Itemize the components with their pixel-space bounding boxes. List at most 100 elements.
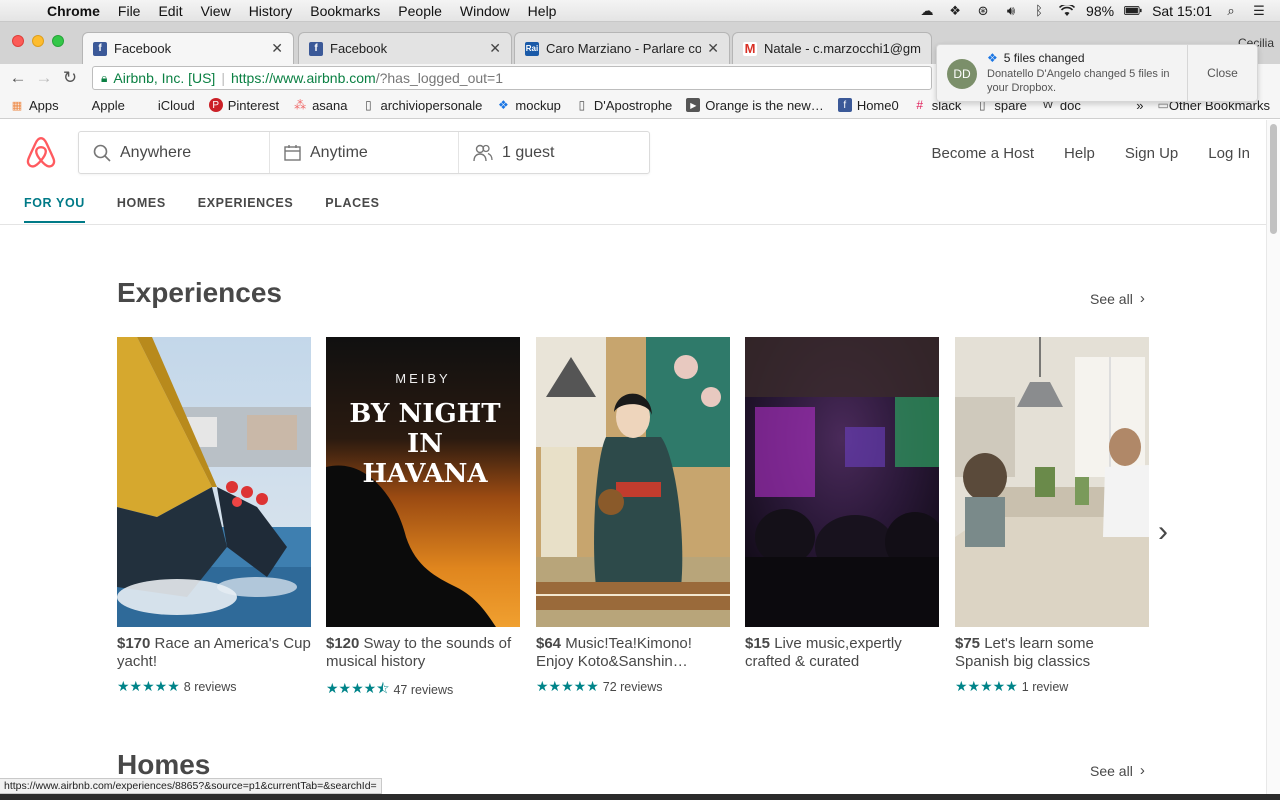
- menu-people[interactable]: People: [389, 3, 451, 19]
- menu-app[interactable]: Chrome: [38, 3, 109, 19]
- card-caption[interactable]: $64 Music!Tea!Kimono! Enjoy Koto&Sanshin…: [536, 635, 730, 671]
- reload-icon[interactable]: ↻: [57, 68, 83, 88]
- experience-card[interactable]: $64 Music!Tea!Kimono! Enjoy Koto&Sanshin…: [536, 337, 730, 695]
- tab-homes[interactable]: HOMES: [117, 196, 166, 223]
- date-field[interactable]: Anytime: [270, 132, 459, 173]
- tab-places[interactable]: PLACES: [325, 196, 379, 223]
- minimize-window-button[interactable]: [32, 35, 44, 47]
- become-host-link[interactable]: Become a Host: [932, 145, 1035, 162]
- star-rating-icon: ★★★★★: [117, 678, 180, 694]
- star-rating-icon: ★★★★★: [955, 678, 1018, 694]
- menu-history[interactable]: History: [240, 3, 302, 19]
- wifi-icon[interactable]: [1058, 4, 1076, 18]
- airbnb-logo-icon[interactable]: [24, 135, 58, 169]
- url-host: https://www.airbnb.com: [230, 70, 376, 86]
- experience-card[interactable]: $170 Race an America's Cup yacht! ★★★★★ 8…: [117, 337, 311, 695]
- creative-cloud-icon[interactable]: ☁: [918, 3, 936, 18]
- rai-icon: Rai: [525, 41, 539, 56]
- bookmark-orange[interactable]: ▶ Orange is the new…: [686, 98, 824, 113]
- menu-view[interactable]: View: [192, 3, 240, 19]
- dropbox-icon[interactable]: ❖: [946, 3, 964, 18]
- zoom-window-button[interactable]: [52, 35, 64, 47]
- calendar-icon: [284, 144, 301, 161]
- close-window-button[interactable]: [12, 35, 24, 47]
- back-icon[interactable]: ←: [5, 68, 31, 88]
- location-field[interactable]: Anywhere: [79, 132, 270, 173]
- carousel-next-icon[interactable]: ›: [1158, 515, 1168, 549]
- experience-card[interactable]: MEIBY BY NIGHT IN HAVANA $120 Sway to th…: [326, 337, 520, 702]
- browser-tab[interactable]: f Facebook ✕: [298, 32, 512, 64]
- dropbox-icon: ❖: [987, 51, 998, 65]
- bookmark-label: Apple: [91, 97, 125, 113]
- volume-icon[interactable]: 🔊︎: [1002, 3, 1020, 18]
- menu-help[interactable]: Help: [519, 3, 566, 19]
- poster-artist: MEIBY: [395, 371, 451, 386]
- bookmark-label: archiviopersonale: [380, 97, 483, 113]
- notification-title: 5 files changed: [1003, 51, 1085, 65]
- spotlight-search-icon[interactable]: ⌕: [1222, 3, 1240, 18]
- notification-close-button[interactable]: Close: [1187, 45, 1257, 101]
- bookmark-label: asana: [312, 97, 348, 113]
- bookmark-icloud[interactable]: iCloud: [139, 98, 195, 113]
- battery-icon[interactable]: [1124, 4, 1142, 18]
- browser-tab[interactable]: Rai Caro Marziano - Parlare con ✕: [514, 32, 730, 64]
- card-caption[interactable]: $120 Sway to the sounds of musical histo…: [326, 635, 520, 671]
- experiences-see-all-link[interactable]: See all ›: [1090, 290, 1145, 307]
- notification-center-icon[interactable]: ☰: [1250, 3, 1268, 18]
- apple-icon: [73, 98, 87, 112]
- clock[interactable]: Sat 15:01: [1152, 3, 1212, 19]
- tab-experiences[interactable]: EXPERIENCES: [198, 196, 294, 223]
- bookmark-asana[interactable]: ⁂ asana: [293, 98, 347, 113]
- address-bar[interactable]: 🔒︎ Airbnb, Inc. [US] | https://www.airbn…: [92, 66, 932, 90]
- window-controls: [12, 35, 64, 47]
- card-caption[interactable]: $75 Let's learn some Spanish big classic…: [955, 635, 1149, 671]
- menu-window[interactable]: Window: [451, 3, 519, 19]
- card-caption[interactable]: $170 Race an America's Cup yacht!: [117, 635, 311, 671]
- kitchen-photo[interactable]: [955, 337, 1149, 627]
- facebook-icon: f: [309, 41, 323, 56]
- bookmark-pinterest[interactable]: P Pinterest: [208, 98, 279, 113]
- kimono-photo[interactable]: [536, 337, 730, 627]
- accessibility-icon[interactable]: ⊛: [974, 3, 992, 18]
- lock-icon: 🔒︎: [101, 70, 108, 85]
- menu-edit[interactable]: Edit: [149, 3, 191, 19]
- page-scrollbar[interactable]: [1266, 120, 1280, 796]
- see-all-label: See all: [1090, 290, 1133, 307]
- bluetooth-icon[interactable]: ᛒ: [1030, 3, 1048, 18]
- havana-poster[interactable]: MEIBY BY NIGHT IN HAVANA: [326, 337, 520, 627]
- yacht-photo[interactable]: [117, 337, 311, 627]
- browser-tab[interactable]: f Facebook ✕: [82, 32, 294, 64]
- close-tab-icon[interactable]: ✕: [271, 40, 283, 57]
- browser-tab[interactable]: M Natale - c.marzocchi1@gma: [732, 32, 932, 64]
- tab-title: Natale - c.marzocchi1@gma: [764, 41, 921, 56]
- help-link[interactable]: Help: [1064, 145, 1095, 162]
- homes-see-all-link[interactable]: See all ›: [1090, 762, 1145, 779]
- notification-message: Donatello D'Angelo changed 5 files in yo…: [987, 68, 1170, 94]
- bookmark-apps[interactable]: ▦ Apps: [10, 98, 59, 113]
- guests-field[interactable]: 1 guest: [459, 132, 649, 173]
- forward-icon[interactable]: →: [31, 68, 57, 88]
- log-in-link[interactable]: Log In: [1208, 145, 1250, 162]
- card-caption[interactable]: $15 Live music,expertly crafted & curate…: [745, 635, 939, 671]
- experience-card[interactable]: $15 Live music,expertly crafted & curate…: [745, 337, 939, 671]
- guests-value: 1 guest: [502, 143, 555, 161]
- menu-bookmarks[interactable]: Bookmarks: [301, 3, 389, 19]
- close-tab-icon[interactable]: ✕: [489, 40, 501, 57]
- tab-for-you[interactable]: FOR YOU: [24, 196, 85, 223]
- play-icon: ▶: [686, 98, 701, 112]
- bookmark-archiviopersonale[interactable]: ▯ archiviopersonale: [361, 98, 482, 113]
- experience-card[interactable]: $75 Let's learn some Spanish big classic…: [955, 337, 1149, 695]
- review-count: 47 reviews: [393, 683, 454, 697]
- scrollbar-thumb[interactable]: [1270, 124, 1277, 234]
- bookmark-apple[interactable]: Apple: [73, 98, 125, 113]
- bookmark-home0[interactable]: f Home0: [837, 98, 899, 113]
- menu-file[interactable]: File: [109, 3, 150, 19]
- concert-photo[interactable]: [745, 337, 939, 627]
- chevron-right-icon: ›: [1139, 290, 1145, 307]
- site-header: Anywhere Anytime 1 guest Become a Host H…: [0, 120, 1266, 225]
- sign-up-link[interactable]: Sign Up: [1125, 145, 1178, 162]
- bookmark-dapostrophe[interactable]: ▯ D'Apostrophe: [575, 98, 673, 113]
- bookmark-mockup[interactable]: ❖ mockup: [496, 98, 561, 113]
- bookmark-label: Apps: [29, 97, 59, 113]
- close-tab-icon[interactable]: ✕: [707, 40, 719, 57]
